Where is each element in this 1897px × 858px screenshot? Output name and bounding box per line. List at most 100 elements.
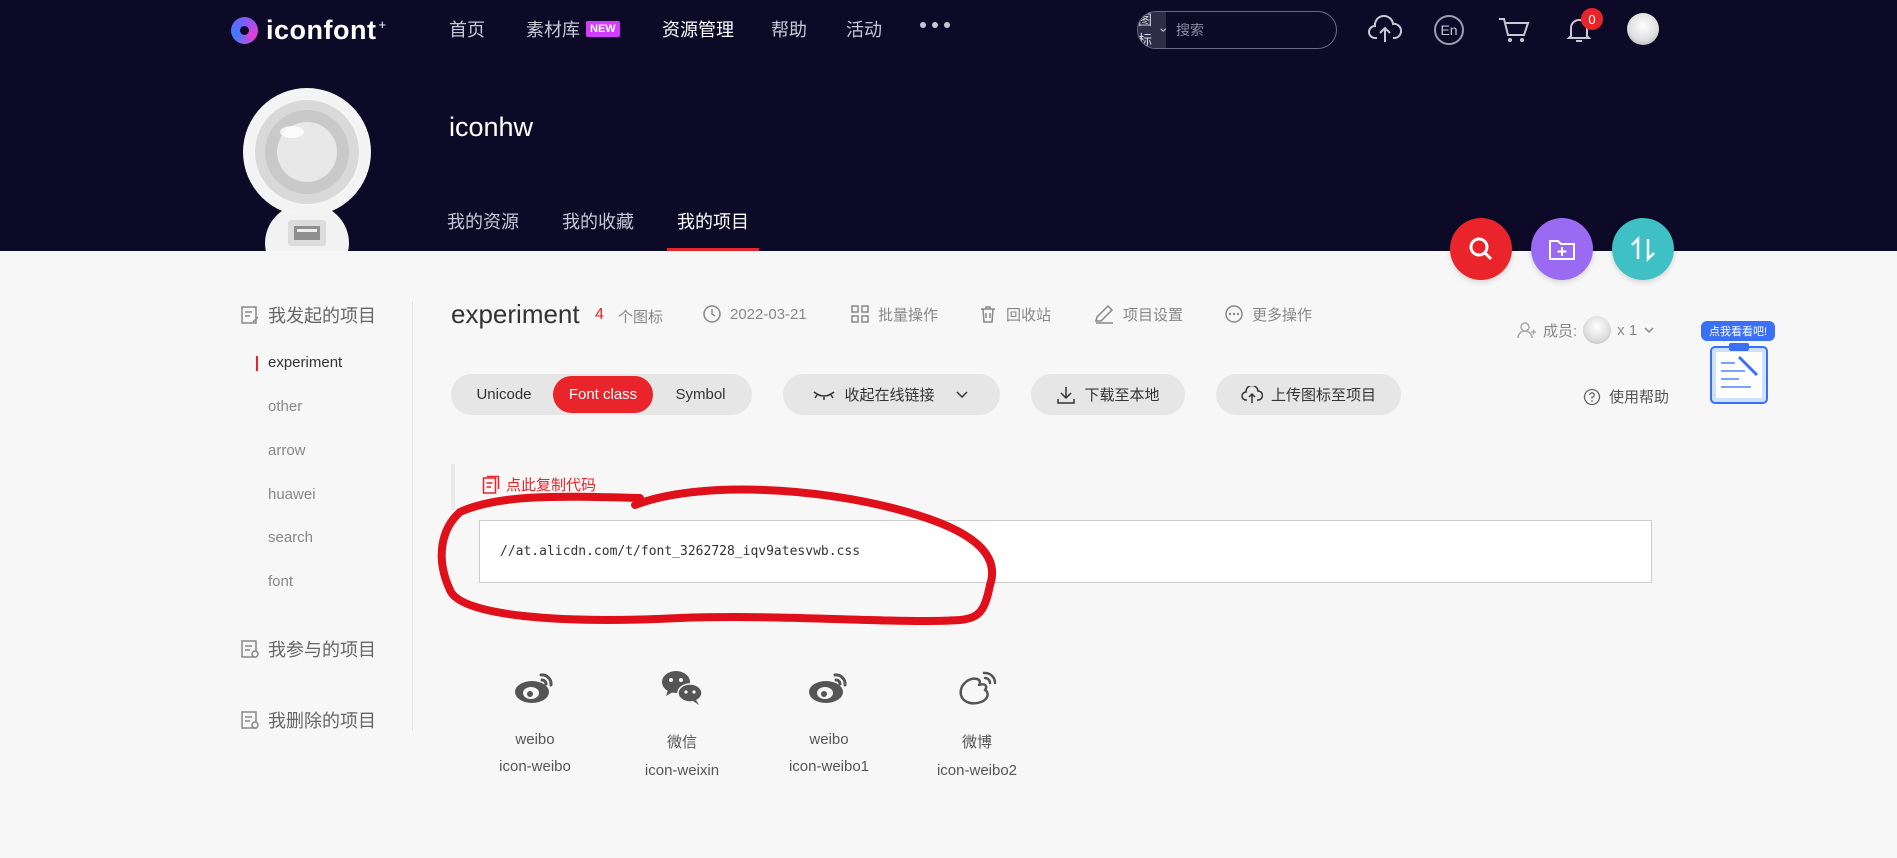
sidebar-item-font[interactable]: font	[268, 573, 293, 590]
project-date: 2022-03-21	[702, 302, 807, 326]
download-local-button[interactable]: 下载至本地	[1031, 374, 1185, 415]
icon-code: icon-weibo2	[936, 762, 1018, 779]
project-settings-button[interactable]: 项目设置	[1093, 302, 1183, 326]
brand-logo[interactable]: iconfont +	[231, 14, 386, 46]
help-circle-icon	[1583, 388, 1601, 405]
nav-item-label: 活动	[846, 20, 882, 40]
nav-item-library[interactable]: 素材库 NEW	[526, 16, 620, 42]
download-label: 下载至本地	[1084, 387, 1160, 404]
user-avatar[interactable]	[1627, 13, 1659, 45]
new-folder-fab-button[interactable]	[1531, 218, 1593, 280]
more-operations-button[interactable]: 更多操作	[1224, 302, 1312, 326]
batch-operation-button[interactable]: 批量操作	[850, 302, 938, 326]
code-section-marker	[451, 464, 455, 510]
copy-code-link[interactable]: 点此复制代码	[482, 474, 596, 495]
clock-icon	[703, 305, 721, 323]
mode-symbol-button[interactable]: Symbol	[653, 376, 748, 413]
tab-label: 我的项目	[677, 212, 749, 232]
sidebar-item-other[interactable]: other	[268, 398, 302, 415]
collapse-online-link-button[interactable]: 收起在线链接	[783, 374, 1000, 415]
sidebar-item-arrow[interactable]: arrow	[268, 442, 306, 459]
font-css-url: //at.alicdn.com/t/font_3262728_iqv9atesv…	[500, 544, 861, 559]
copy-code-label: 点此复制代码	[506, 477, 597, 494]
icon-name: 微博	[961, 734, 992, 751]
nav-item-activity[interactable]: 活动	[846, 16, 882, 42]
action-label: 更多操作	[1252, 306, 1313, 324]
members-dropdown[interactable]: 成员: x 1	[1517, 316, 1655, 344]
project-icon-count-label: 个图标	[618, 309, 664, 326]
search-icon	[1469, 237, 1493, 261]
mode-unicode-button[interactable]: Unicode	[455, 376, 553, 413]
upload-cloud-icon[interactable]	[1367, 12, 1403, 48]
member-avatar	[1583, 316, 1612, 344]
wechat-icon	[617, 665, 747, 709]
project-list-icon	[241, 711, 259, 729]
weibo-outline-icon	[912, 665, 1042, 709]
sidebar-group-owned[interactable]: 我发起的项目	[240, 302, 376, 328]
sidebar-group-label: 我参与的项目	[268, 640, 376, 660]
icon-card[interactable]: 微博 icon-weibo2	[912, 665, 1042, 779]
tab-my-resources[interactable]: 我的资源	[447, 208, 519, 251]
nav-item-label: 素材库	[526, 20, 580, 40]
icon-card[interactable]: weibo icon-weibo1	[764, 665, 894, 775]
sidebar-divider	[412, 301, 413, 731]
chevron-down-icon	[955, 390, 968, 398]
upload-to-project-button[interactable]: 上传图标至项目	[1216, 374, 1401, 415]
sidebar-item-label: other	[268, 398, 303, 415]
new-badge: NEW	[586, 21, 620, 37]
upload-label: 上传图标至项目	[1270, 387, 1376, 404]
mode-font-class-button[interactable]: Font class	[553, 376, 653, 413]
sidebar-item-label: font	[268, 573, 294, 590]
icon-card[interactable]: weibo icon-weibo	[470, 665, 600, 775]
icon-name: weibo	[809, 731, 849, 748]
nav-item-resources[interactable]: 资源管理	[662, 16, 734, 42]
weibo-icon	[764, 665, 894, 709]
project-date-value: 2022-03-21	[730, 305, 807, 323]
icon-code: icon-weibo1	[788, 758, 870, 775]
profile-avatar	[240, 88, 374, 251]
sort-fab-button[interactable]	[1612, 218, 1674, 280]
copy-icon	[482, 475, 500, 494]
more-circle-icon	[1225, 305, 1243, 323]
nav-item-help[interactable]: 帮助	[771, 16, 807, 42]
nav-item-home[interactable]: 首页	[449, 16, 485, 42]
chevron-down-icon	[1644, 327, 1654, 334]
sidebar-group-joined[interactable]: 我参与的项目	[240, 636, 376, 662]
search-fab-button[interactable]	[1450, 218, 1512, 280]
edit-icon	[1095, 304, 1114, 324]
top-navigation: iconfont + 首页 素材库 NEW 资源管理 帮助 活动 图标 En 0	[0, 0, 1897, 60]
cart-icon[interactable]	[1496, 12, 1532, 48]
clipboard-icon	[1710, 343, 1768, 404]
project-list-icon	[241, 306, 259, 324]
icon-name: weibo	[515, 731, 555, 748]
download-icon	[1057, 386, 1076, 404]
sidebar-group-deleted[interactable]: 我删除的项目	[240, 707, 376, 733]
sidebar-item-experiment[interactable]: experiment	[255, 354, 342, 371]
font-css-url-box[interactable]: //at.alicdn.com/t/font_3262728_iqv9atesv…	[479, 520, 1652, 583]
batch-icon	[851, 305, 869, 323]
sidebar-item-search[interactable]: search	[268, 529, 313, 546]
usage-help-link[interactable]: 使用帮助	[1583, 386, 1669, 407]
brand-sup: +	[378, 16, 387, 32]
sidebar-item-huawei[interactable]: huawei	[268, 486, 316, 503]
assistant-widget[interactable]: 点我看看吧!	[1701, 321, 1775, 405]
search-type-select[interactable]: 图标	[1138, 12, 1166, 48]
language-icon[interactable]: En	[1431, 12, 1467, 48]
more-dots-icon[interactable]	[920, 22, 950, 28]
brand-name: iconfont	[266, 14, 377, 45]
collapse-link-label: 收起在线链接	[844, 387, 935, 404]
sidebar-group-label: 我删除的项目	[268, 711, 376, 731]
bell-icon[interactable]: 0	[1561, 8, 1603, 48]
tab-my-projects[interactable]: 我的项目	[667, 208, 759, 251]
recycle-bin-button[interactable]: 回收站	[978, 302, 1051, 326]
nav-item-label: 帮助	[771, 20, 807, 40]
profile-username: iconhw	[449, 112, 534, 142]
mode-label: Unicode	[476, 386, 532, 403]
tab-my-favorites[interactable]: 我的收藏	[562, 208, 634, 251]
tab-label: 我的收藏	[562, 212, 634, 232]
search-input[interactable]	[1166, 12, 1336, 48]
tab-label: 我的资源	[447, 212, 519, 232]
icon-card[interactable]: 微信 icon-weixin	[617, 665, 747, 779]
nav-item-label: 首页	[449, 20, 485, 40]
action-label: 项目设置	[1123, 306, 1184, 324]
